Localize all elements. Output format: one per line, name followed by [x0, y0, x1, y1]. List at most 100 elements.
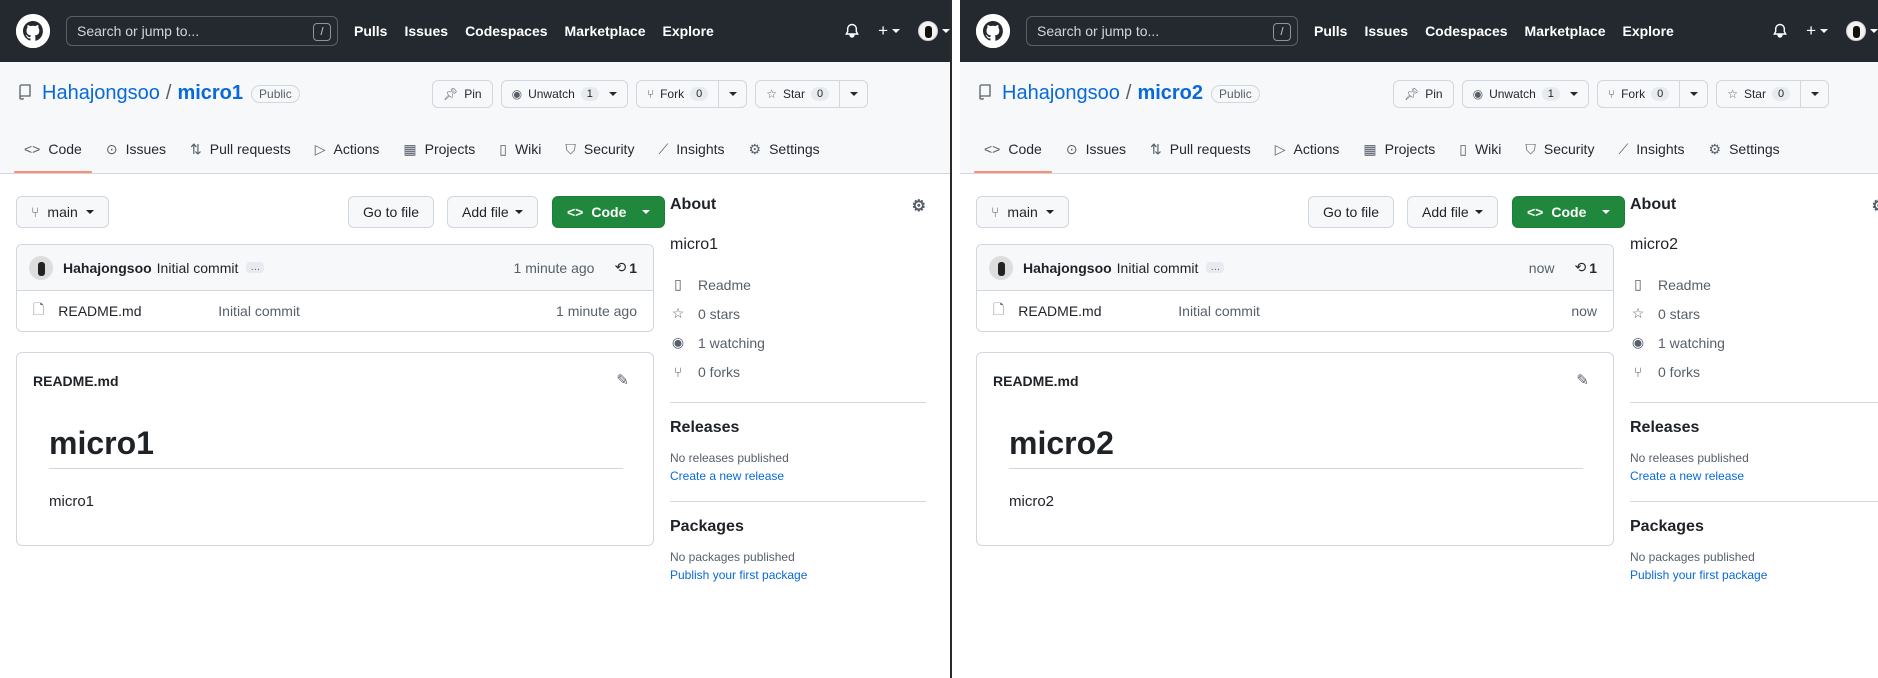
history-count[interactable]: 1 [1589, 260, 1597, 276]
nav-explore[interactable]: Explore [1622, 23, 1673, 39]
pin-button[interactable]: 📌︎ Pin [432, 80, 493, 108]
chevron-down-icon[interactable] [1569, 92, 1578, 96]
fork-button[interactable]: ⑂ Fork 0 [635, 80, 748, 108]
tab-issues[interactable]: ⊙ Issues [96, 125, 176, 173]
add-file-button[interactable]: Add file [447, 196, 538, 228]
unwatch-button[interactable]: ◉ Unwatch 1 [500, 80, 628, 108]
tab-pull-requests[interactable]: ⇅ Pull requests [180, 125, 301, 173]
commit-ellipsis-button[interactable]: … [1206, 262, 1225, 273]
code-button[interactable]: <> Code [552, 196, 666, 228]
nav-issues[interactable]: Issues [1364, 23, 1408, 39]
nav-marketplace[interactable]: Marketplace [565, 23, 646, 39]
readme-filename[interactable]: README.md [33, 373, 119, 389]
watching-link[interactable]: ◉ 1 watching [1630, 328, 1878, 357]
create-release-link[interactable]: Create a new release [1630, 467, 1878, 485]
readme-link[interactable]: ▯ Readme [1630, 270, 1878, 299]
tab-insights[interactable]: ⟋ Insights [648, 125, 734, 173]
tab-projects[interactable]: ▦ Projects [393, 125, 485, 173]
avatar[interactable] [29, 255, 53, 280]
tab-pull-requests[interactable]: ⇅ Pull requests [1140, 125, 1261, 173]
github-logo-icon[interactable] [976, 14, 1010, 48]
nav-pulls[interactable]: Pulls [1314, 23, 1347, 39]
tab-code[interactable]: <> Code [974, 125, 1052, 173]
avatar[interactable] [989, 255, 1013, 280]
gear-icon[interactable]: ⚙︎ [1872, 196, 1878, 216]
commit-time[interactable]: now [1529, 260, 1555, 276]
file-name[interactable]: README.md [58, 303, 218, 319]
readme-link[interactable]: ▯ Readme [670, 270, 926, 299]
publish-package-link[interactable]: Publish your first package [670, 566, 926, 584]
pin-button[interactable]: 📌︎ Pin [1393, 80, 1454, 108]
branch-select-button[interactable]: ⑂ main [976, 196, 1069, 228]
repo-owner-link[interactable]: Hahajongsoo [42, 82, 160, 105]
star-button[interactable]: ☆ Star 0 [1716, 80, 1830, 108]
tab-actions[interactable]: ▷ Actions [305, 125, 390, 173]
search-input[interactable]: Search or jump to... / [1026, 16, 1298, 46]
chevron-down-icon[interactable] [608, 92, 617, 96]
releases-heading[interactable]: Releases [670, 419, 926, 437]
star-button[interactable]: ☆ Star 0 [755, 80, 869, 108]
file-commit-message[interactable]: Initial commit [218, 303, 300, 319]
tab-security[interactable]: ⛉ Security [555, 125, 644, 173]
bell-icon[interactable] [1772, 23, 1788, 39]
commit-message[interactable]: Initial commit [1117, 260, 1199, 276]
add-file-button[interactable]: Add file [1407, 196, 1498, 228]
stars-link[interactable]: ☆ 0 stars [1630, 299, 1878, 328]
branch-select-button[interactable]: ⑂ main [16, 196, 109, 228]
unwatch-button[interactable]: ◉ Unwatch 1 [1461, 80, 1589, 108]
forks-link[interactable]: ⑂ 0 forks [670, 357, 926, 386]
forks-link[interactable]: ⑂ 0 forks [1630, 357, 1878, 386]
go-to-file-button[interactable]: Go to file [1308, 196, 1395, 228]
nav-explore[interactable]: Explore [662, 23, 713, 39]
repo-name-link[interactable]: micro2 [1137, 82, 1203, 105]
star-dropdown[interactable] [839, 81, 867, 107]
code-button[interactable]: <> Code [1512, 196, 1626, 228]
history-icon[interactable]: ⟲ [614, 259, 626, 276]
history-count[interactable]: 1 [629, 260, 637, 276]
nav-codespaces[interactable]: Codespaces [465, 23, 547, 39]
tab-wiki[interactable]: ▯ Wiki [1449, 125, 1511, 173]
nav-issues[interactable]: Issues [404, 23, 448, 39]
tab-wiki[interactable]: ▯ Wiki [489, 125, 551, 173]
nav-marketplace[interactable]: Marketplace [1525, 23, 1606, 39]
file-name[interactable]: README.md [1018, 303, 1178, 319]
releases-heading[interactable]: Releases [1630, 419, 1878, 437]
plus-menu-button[interactable]: + [878, 21, 900, 41]
tab-projects[interactable]: ▦ Projects [1353, 125, 1445, 173]
bell-icon[interactable] [844, 23, 860, 39]
github-logo-icon[interactable] [16, 14, 50, 48]
commit-author[interactable]: Hahajongsoo [1023, 260, 1112, 276]
commit-ellipsis-button[interactable]: … [246, 262, 265, 273]
nav-codespaces[interactable]: Codespaces [1425, 23, 1507, 39]
packages-heading[interactable]: Packages [1630, 518, 1878, 536]
pencil-icon[interactable]: ✎ [616, 371, 629, 389]
watching-link[interactable]: ◉ 1 watching [670, 328, 926, 357]
commit-author[interactable]: Hahajongsoo [63, 260, 152, 276]
packages-heading[interactable]: Packages [670, 518, 926, 536]
tab-insights[interactable]: ⟋ Insights [1608, 125, 1694, 173]
user-menu-button[interactable] [918, 21, 950, 41]
star-dropdown[interactable] [1800, 81, 1828, 107]
publish-package-link[interactable]: Publish your first package [1630, 566, 1878, 584]
stars-link[interactable]: ☆ 0 stars [670, 299, 926, 328]
user-menu-button[interactable] [1846, 21, 1878, 41]
tab-actions[interactable]: ▷ Actions [1265, 125, 1350, 173]
tab-settings[interactable]: ⚙︎ Settings [739, 125, 830, 173]
gear-icon[interactable]: ⚙︎ [912, 196, 926, 216]
commit-message[interactable]: Initial commit [157, 260, 239, 276]
repo-name-link[interactable]: micro1 [177, 82, 243, 105]
tab-security[interactable]: ⛉ Security [1515, 125, 1604, 173]
go-to-file-button[interactable]: Go to file [348, 196, 435, 228]
readme-filename[interactable]: README.md [993, 373, 1079, 389]
tab-settings[interactable]: ⚙︎ Settings [1699, 125, 1790, 173]
fork-button[interactable]: ⑂ Fork 0 [1596, 80, 1709, 108]
fork-dropdown[interactable] [718, 81, 746, 107]
pencil-icon[interactable]: ✎ [1576, 371, 1589, 389]
file-commit-message[interactable]: Initial commit [1178, 303, 1260, 319]
repo-owner-link[interactable]: Hahajongsoo [1002, 82, 1120, 105]
nav-pulls[interactable]: Pulls [354, 23, 387, 39]
tab-code[interactable]: <> Code [14, 125, 92, 173]
history-icon[interactable]: ⟲ [1574, 259, 1586, 276]
create-release-link[interactable]: Create a new release [670, 467, 926, 485]
search-input[interactable]: Search or jump to... / [66, 16, 338, 46]
